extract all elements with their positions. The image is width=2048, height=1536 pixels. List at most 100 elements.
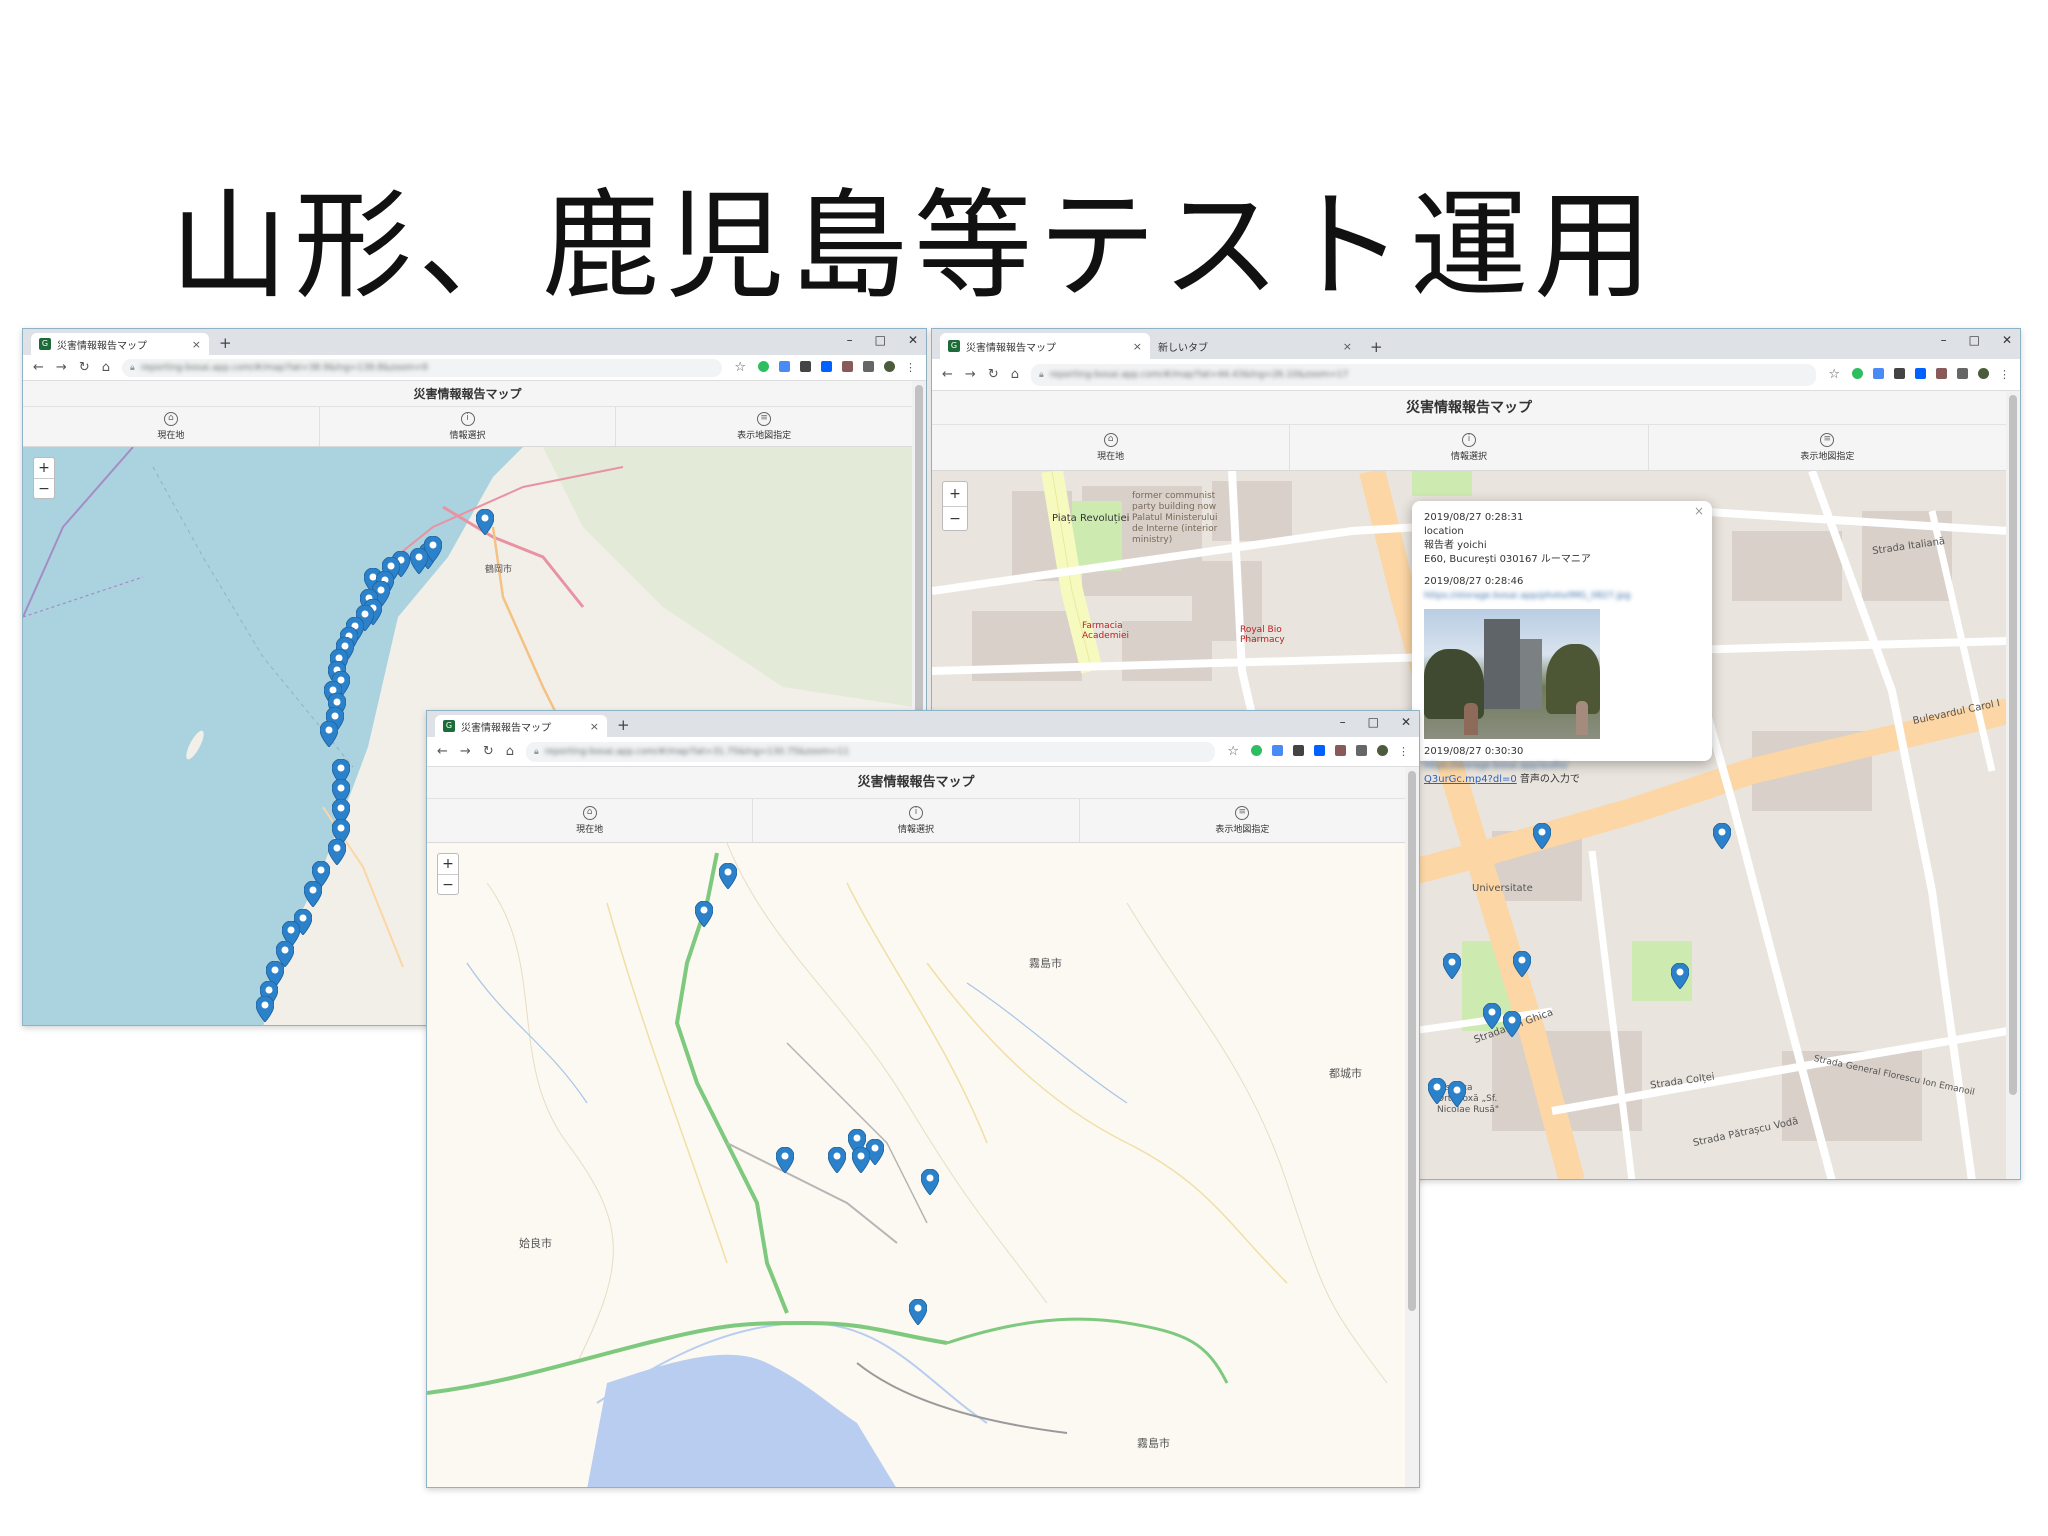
menu-dots-icon[interactable]: ⋮ xyxy=(1398,745,1409,758)
evernote-extension-icon[interactable] xyxy=(1852,368,1863,379)
new-tab-button[interactable]: + xyxy=(1360,338,1393,359)
minimize-icon[interactable]: – xyxy=(1941,333,1947,347)
translate-extension-icon[interactable] xyxy=(1873,368,1884,379)
forward-icon[interactable]: → xyxy=(460,744,471,759)
extension-icon[interactable] xyxy=(842,361,853,372)
cast-icon[interactable] xyxy=(863,361,874,372)
new-tab-button[interactable]: + xyxy=(607,716,640,737)
zoom-in-button[interactable]: + xyxy=(34,458,54,478)
nav-map-select[interactable]: ≡ 表示地図指定 xyxy=(1080,799,1405,842)
minimize-icon[interactable]: – xyxy=(1340,715,1346,729)
minimize-icon[interactable]: – xyxy=(847,333,853,347)
forward-icon[interactable]: → xyxy=(56,360,67,375)
map-marker[interactable] xyxy=(256,996,274,1022)
browser-tab[interactable]: G 災害情報報告マップ × xyxy=(940,333,1150,359)
map-marker[interactable] xyxy=(476,509,494,535)
map-marker[interactable] xyxy=(410,548,428,574)
map-marker[interactable] xyxy=(695,901,713,927)
map-marker[interactable] xyxy=(320,721,338,747)
nav-map-select[interactable]: ≡ 表示地図指定 xyxy=(1649,425,2006,470)
scroll-thumb[interactable] xyxy=(1408,771,1416,1311)
profile-avatar[interactable] xyxy=(1377,745,1388,756)
map-marker[interactable] xyxy=(1428,1078,1446,1104)
home-icon[interactable]: ⌂ xyxy=(1011,367,1019,382)
menu-dots-icon[interactable]: ⋮ xyxy=(1999,368,2010,381)
nav-map-select[interactable]: ≡ 表示地図指定 xyxy=(616,407,912,446)
cast-icon[interactable] xyxy=(1957,368,1968,379)
pocket-extension-icon[interactable] xyxy=(800,361,811,372)
evernote-extension-icon[interactable] xyxy=(1251,745,1262,756)
extension-icon[interactable] xyxy=(1936,368,1947,379)
address-bar[interactable]: 🔒︎ reporting-bosai.app.com/#/map?lat=38.… xyxy=(121,358,723,377)
scroll-thumb[interactable] xyxy=(2009,395,2017,1095)
browser-tab[interactable]: G 災害情報報告マップ × xyxy=(435,715,607,737)
map-marker[interactable] xyxy=(909,1299,927,1325)
bookmark-star-icon[interactable]: ☆ xyxy=(1227,744,1239,759)
extension-icon[interactable] xyxy=(1335,745,1346,756)
dropbox-extension-icon[interactable] xyxy=(1915,368,1926,379)
map-marker[interactable] xyxy=(1513,951,1531,977)
map-marker[interactable] xyxy=(719,863,737,889)
page-scrollbar[interactable] xyxy=(1405,767,1419,1487)
audio-link[interactable]: https://storage.bosai.app/audio/ xyxy=(1424,759,1700,773)
home-icon[interactable]: ⌂ xyxy=(102,360,110,375)
nav-current-location[interactable]: ⌂ 現在地 xyxy=(23,407,320,446)
translate-extension-icon[interactable] xyxy=(779,361,790,372)
reload-icon[interactable]: ↻ xyxy=(483,744,494,759)
pocket-extension-icon[interactable] xyxy=(1894,368,1905,379)
dropbox-extension-icon[interactable] xyxy=(1314,745,1325,756)
map-marker[interactable] xyxy=(921,1169,939,1195)
maximize-icon[interactable]: □ xyxy=(1969,333,1980,347)
back-icon[interactable]: ← xyxy=(33,360,44,375)
close-tab-icon[interactable]: × xyxy=(590,720,599,733)
map-marker[interactable] xyxy=(328,839,346,865)
report-photo[interactable] xyxy=(1424,609,1600,739)
back-icon[interactable]: ← xyxy=(942,367,953,382)
zoom-out-button[interactable]: − xyxy=(34,478,54,498)
reload-icon[interactable]: ↻ xyxy=(79,360,90,375)
zoom-out-button[interactable]: − xyxy=(943,506,967,530)
map-marker[interactable] xyxy=(1533,823,1551,849)
nav-info-select[interactable]: i 情報選択 xyxy=(320,407,617,446)
photo-link[interactable]: https://storage.bosai.app/photo/IMG_0827… xyxy=(1424,589,1700,603)
map-marker[interactable] xyxy=(1671,963,1689,989)
close-tab-icon[interactable]: × xyxy=(1343,340,1352,353)
map-marker[interactable] xyxy=(1443,953,1461,979)
evernote-extension-icon[interactable] xyxy=(758,361,769,372)
browser-tab[interactable]: G 災害情報報告マップ × xyxy=(31,333,209,355)
map-marker[interactable] xyxy=(1483,1003,1501,1029)
menu-dots-icon[interactable]: ⋮ xyxy=(905,361,916,374)
map-marker[interactable] xyxy=(1713,823,1731,849)
forward-icon[interactable]: → xyxy=(965,367,976,382)
nav-current-location[interactable]: ⌂ 現在地 xyxy=(427,799,754,842)
map-marker[interactable] xyxy=(304,881,322,907)
nav-info-select[interactable]: i 情報選択 xyxy=(753,799,1080,842)
close-tab-icon[interactable]: × xyxy=(1133,340,1142,353)
bookmark-star-icon[interactable]: ☆ xyxy=(734,360,746,375)
map-marker[interactable] xyxy=(852,1147,870,1173)
reload-icon[interactable]: ↻ xyxy=(988,367,999,382)
map-marker[interactable] xyxy=(776,1147,794,1173)
home-icon[interactable]: ⌂ xyxy=(506,744,514,759)
window-close-icon[interactable]: ✕ xyxy=(2002,333,2012,347)
maximize-icon[interactable]: □ xyxy=(1368,715,1379,729)
map-marker[interactable] xyxy=(828,1147,846,1173)
page-scrollbar[interactable] xyxy=(2006,391,2020,1179)
translate-extension-icon[interactable] xyxy=(1272,745,1283,756)
zoom-in-button[interactable]: + xyxy=(438,854,458,874)
back-icon[interactable]: ← xyxy=(437,744,448,759)
pocket-extension-icon[interactable] xyxy=(1293,745,1304,756)
maximize-icon[interactable]: □ xyxy=(875,333,886,347)
map-marker[interactable] xyxy=(1448,1081,1466,1107)
popup-close-button[interactable]: × xyxy=(1694,504,1704,518)
audio-file-link[interactable]: Q3urGc.mp4?dl=0 xyxy=(1424,774,1517,785)
dropbox-extension-icon[interactable] xyxy=(821,361,832,372)
window-close-icon[interactable]: ✕ xyxy=(908,333,918,347)
address-bar[interactable]: 🔒︎ reporting-bosai.app.com/#/map?lat=31.… xyxy=(525,741,1216,762)
close-tab-icon[interactable]: × xyxy=(192,338,201,351)
nav-info-select[interactable]: i 情報選択 xyxy=(1290,425,1649,470)
bookmark-star-icon[interactable]: ☆ xyxy=(1828,367,1840,382)
profile-avatar[interactable] xyxy=(1978,368,1989,379)
map-marker[interactable] xyxy=(1503,1011,1521,1037)
profile-avatar[interactable] xyxy=(884,361,895,372)
